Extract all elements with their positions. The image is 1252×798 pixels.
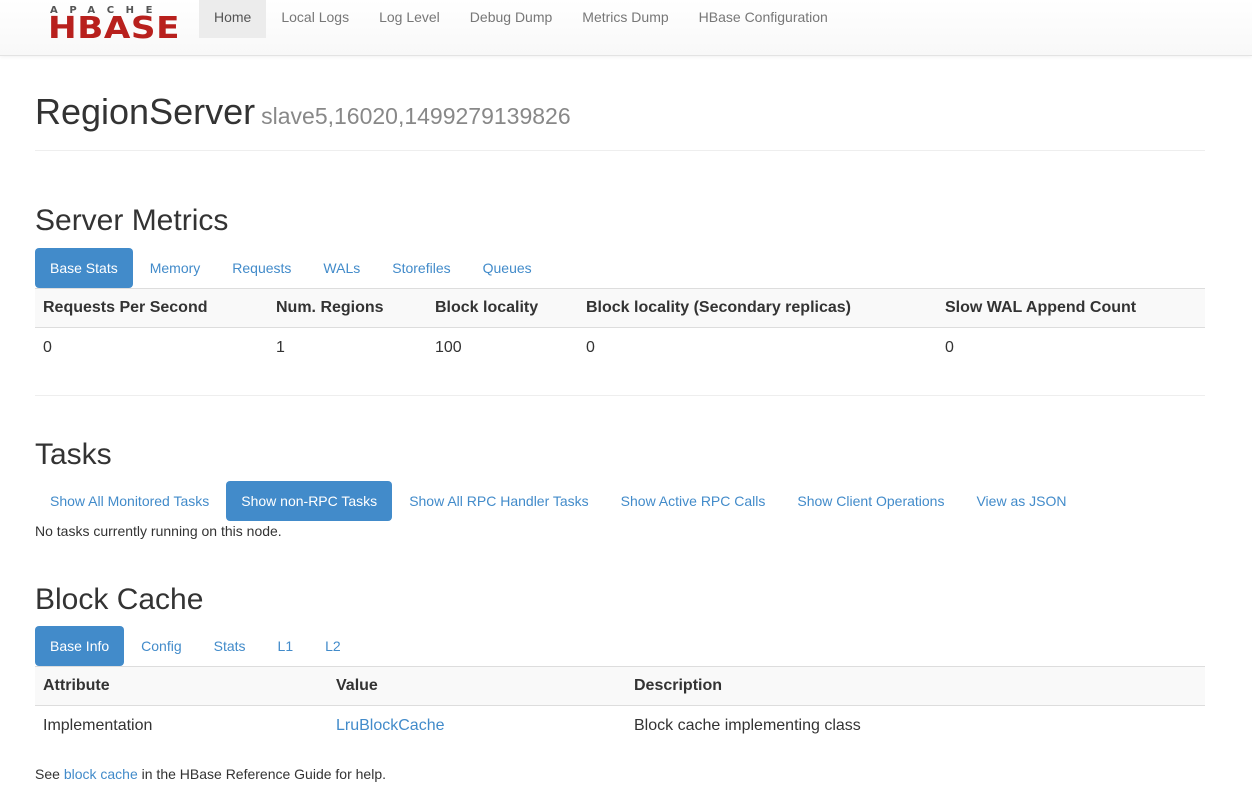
column-header: Block locality (Secondary replicas) [578, 288, 937, 328]
page-title: RegionServer slave5,16020,1499279139826 [35, 92, 1205, 136]
hbase-logo[interactable]: APACHE HBASE [48, 5, 186, 46]
table-cell: 0 [586, 338, 595, 356]
server-metrics-heading: Server Metrics [35, 204, 229, 237]
section-divider [35, 395, 1205, 396]
nav-hbase-configuration[interactable]: HBase Configuration [684, 0, 843, 38]
nav-local-logs[interactable]: Local Logs [266, 0, 364, 38]
tab-base-info[interactable]: Base Info [35, 626, 125, 666]
no-tasks-message: No tasks currently running on this node. [35, 523, 282, 539]
table-cell: LruBlockCache [328, 706, 626, 746]
tab-storefiles[interactable]: Storefiles [377, 248, 465, 288]
tasks-tabs: Show All Monitored Tasks Show non-RPC Ta… [35, 481, 1083, 521]
table-cell: Block cache implementing class [634, 716, 861, 734]
server-metrics-table: Requests Per Second Num. Regions Block l… [35, 288, 1205, 368]
note-suffix: in the HBase Reference Guide for help. [137, 766, 387, 782]
block-cache-help-note: See block cache in the HBase Reference G… [35, 766, 386, 782]
tab-show-all-rpc-handler-tasks[interactable]: Show All RPC Handler Tasks [394, 481, 603, 521]
tab-show-non-rpc-tasks[interactable]: Show non-RPC Tasks [226, 481, 393, 521]
tasks-heading: Tasks [35, 438, 112, 471]
nav-log-level[interactable]: Log Level [364, 0, 455, 38]
table-header-row: Attribute Value Description [35, 666, 1205, 706]
tab-memory[interactable]: Memory [135, 248, 216, 288]
tab-base-stats[interactable]: Base Stats [35, 248, 133, 288]
tab-l1[interactable]: L1 [263, 626, 309, 666]
table-header-row: Requests Per Second Num. Regions Block l… [35, 288, 1205, 328]
table-cell: 100 [435, 338, 462, 356]
page-title-text: RegionServer [35, 91, 256, 132]
column-header: Attribute [35, 666, 328, 706]
server-name: slave5,16020,1499279139826 [261, 103, 571, 129]
tab-view-as-json[interactable]: View as JSON [961, 481, 1081, 521]
table-cell: Implementation [43, 716, 153, 734]
note-prefix: See [35, 766, 64, 782]
block-cache-table: Attribute Value Description Implementati… [35, 666, 1205, 746]
logo-hbase-text: HBASE [48, 11, 181, 46]
tab-l2[interactable]: L2 [310, 626, 356, 666]
tab-wals[interactable]: WALs [308, 248, 375, 288]
block-cache-heading: Block Cache [35, 583, 204, 616]
nav-debug-dump[interactable]: Debug Dump [455, 0, 568, 38]
table-cell: 1 [276, 338, 285, 356]
tab-show-active-rpc-calls[interactable]: Show Active RPC Calls [606, 481, 781, 521]
tab-queues[interactable]: Queues [468, 248, 547, 288]
tab-stats[interactable]: Stats [199, 626, 261, 666]
column-header: Value [328, 666, 626, 706]
column-header: Description [626, 666, 1205, 706]
block-cache-guide-link[interactable]: block cache [64, 766, 138, 782]
table-cell: 0 [43, 338, 52, 356]
table-row: Implementation LruBlockCache Block cache… [35, 706, 1205, 746]
lru-block-cache-link[interactable]: LruBlockCache [336, 717, 445, 734]
table-row: 0 1 100 0 0 [35, 328, 1205, 368]
server-metrics-tabs: Base Stats Memory Requests WALs Storefil… [35, 248, 549, 288]
nav-home[interactable]: Home [199, 0, 267, 38]
tab-show-client-operations[interactable]: Show Client Operations [782, 481, 959, 521]
nav-metrics-dump[interactable]: Metrics Dump [567, 0, 683, 38]
column-header: Num. Regions [268, 288, 427, 328]
column-header: Slow WAL Append Count [937, 288, 1205, 328]
navbar: APACHE HBASE Home Local Logs Log Level D… [0, 0, 1252, 56]
table-cell: 0 [945, 338, 954, 356]
tab-requests[interactable]: Requests [217, 248, 306, 288]
tab-show-all-monitored-tasks[interactable]: Show All Monitored Tasks [35, 481, 224, 521]
tab-config[interactable]: Config [126, 626, 196, 666]
column-header: Requests Per Second [35, 288, 268, 328]
block-cache-tabs: Base Info Config Stats L1 L2 [35, 626, 358, 666]
page-header: RegionServer slave5,16020,1499279139826 [35, 92, 1205, 151]
top-nav: Home Local Logs Log Level Debug Dump Met… [199, 0, 843, 38]
column-header: Block locality [427, 288, 578, 328]
